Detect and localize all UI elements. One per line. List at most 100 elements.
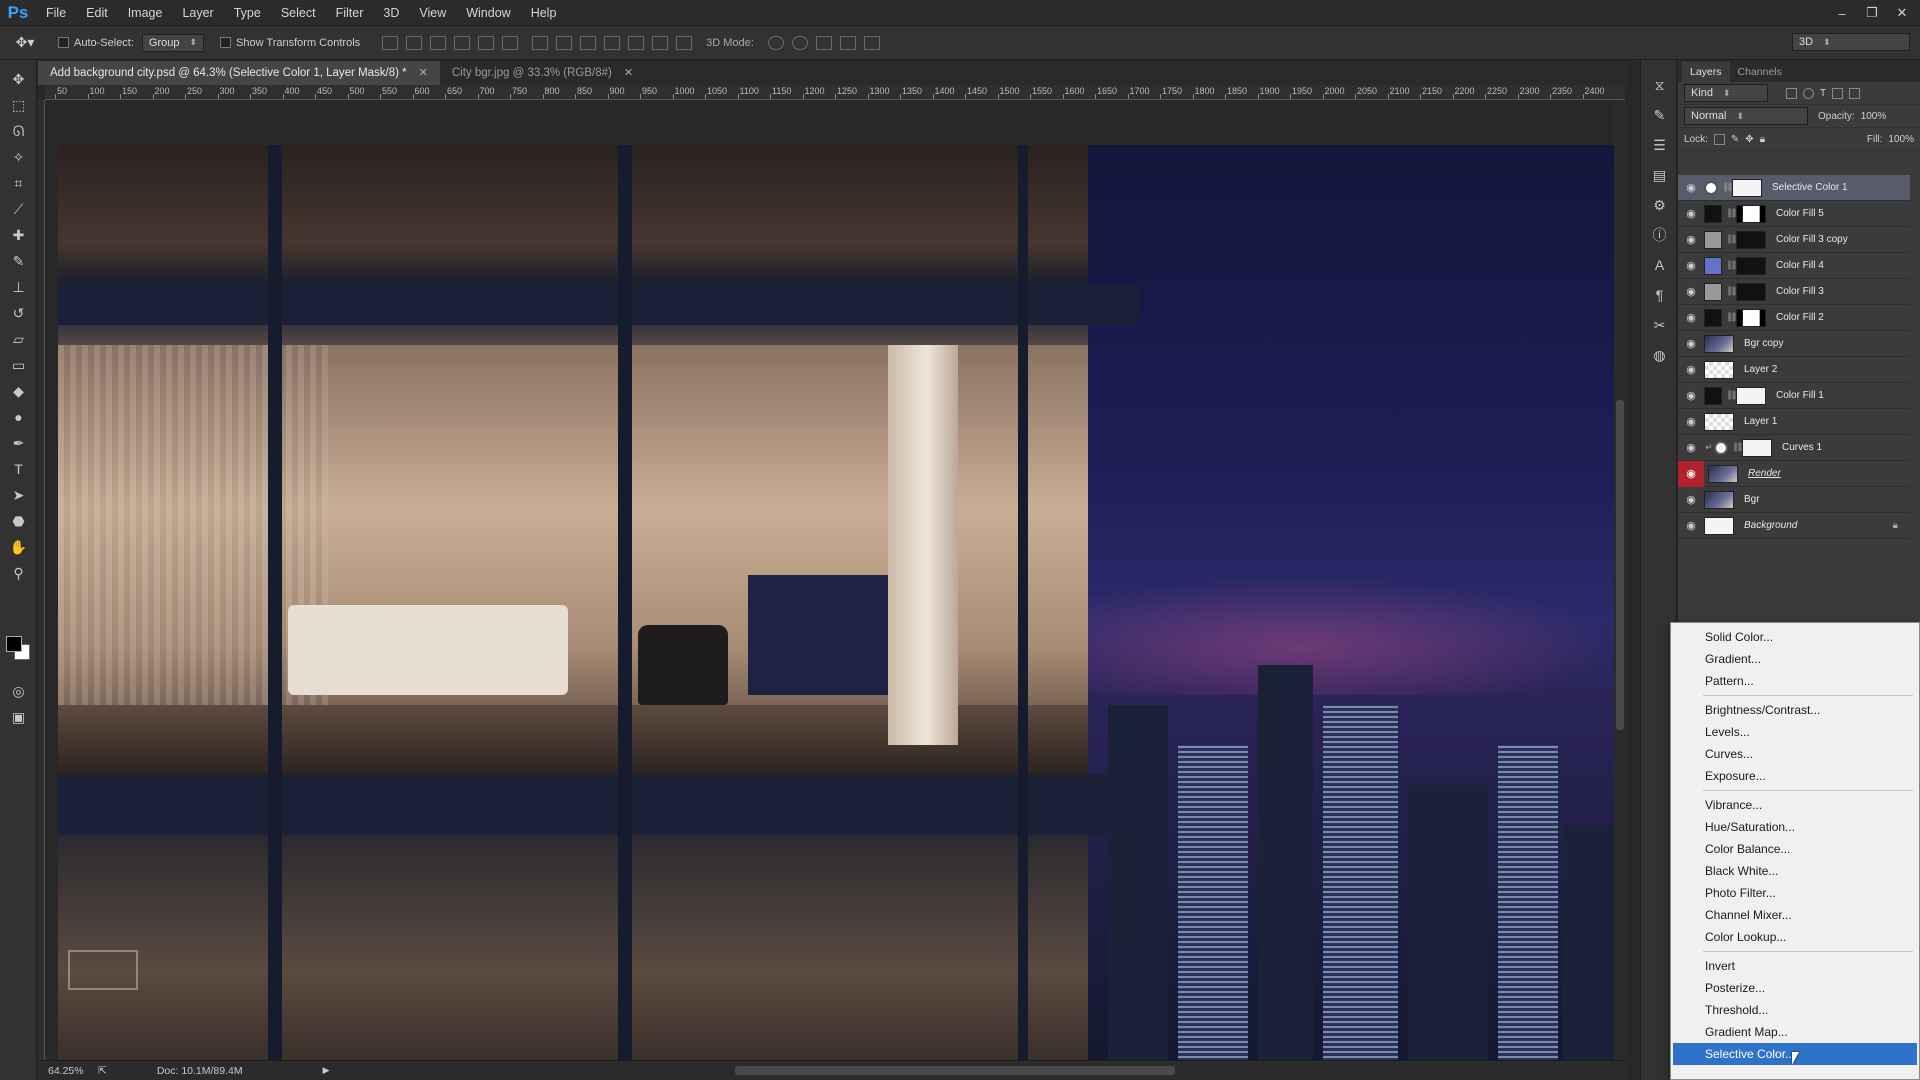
zoom-tool-icon[interactable]: ⚲ [0, 560, 37, 586]
layer-row[interactable]: ◉ ⛓ Color Fill 3 [1678, 279, 1910, 305]
fill-value[interactable]: 100% [1888, 134, 1914, 145]
filter-adjustment-icon[interactable] [1803, 87, 1814, 99]
tab-channels[interactable]: Channels [1730, 62, 1790, 82]
eye-icon[interactable]: ◉ [1678, 460, 1704, 487]
layer-row[interactable]: ◉ ⛓ Color Fill 1 [1678, 383, 1910, 409]
menu-image[interactable]: Image [118, 0, 173, 26]
roll-3d-icon[interactable] [791, 35, 808, 50]
3d-panel-icon[interactable]: ◍ [1641, 340, 1678, 370]
lock-transparent-icon[interactable] [1713, 133, 1725, 145]
align-vcenter-icon[interactable] [406, 35, 423, 50]
filter-kind-dropdown[interactable]: Kind [1684, 84, 1768, 102]
character-panel-icon[interactable]: A [1641, 250, 1678, 280]
type-tool-icon[interactable]: T [0, 456, 37, 482]
layer-mask-thumbnail[interactable] [1736, 256, 1766, 275]
menu-item-solid-color[interactable]: Solid Color... [1673, 626, 1917, 648]
canvas-area[interactable] [46, 101, 1626, 1061]
info-panel-icon[interactable]: ⓘ [1641, 220, 1678, 250]
menu-item-posterize[interactable]: Posterize... [1673, 977, 1917, 999]
marquee-tool-icon[interactable]: ⬚ [0, 92, 37, 118]
layer-thumbnail[interactable] [1704, 412, 1734, 431]
distribute-vcenter-icon[interactable] [556, 35, 573, 50]
filter-smart-object-icon[interactable] [1849, 87, 1861, 99]
menu-item-color-balance[interactable]: Color Balance... [1673, 838, 1917, 860]
eye-icon[interactable]: ◉ [1678, 415, 1704, 428]
close-icon[interactable]: ✕ [624, 61, 633, 85]
eye-icon[interactable]: ◉ [1678, 233, 1704, 246]
blend-mode-dropdown[interactable]: Normal [1684, 107, 1808, 125]
vertical-ruler[interactable] [38, 100, 45, 1060]
menu-item-channel-mixer[interactable]: Channel Mixer... [1673, 904, 1917, 926]
eye-icon[interactable]: ◉ [1678, 519, 1704, 532]
eye-icon[interactable]: ◉ [1678, 389, 1704, 402]
menu-item-invert[interactable]: Invert [1673, 955, 1917, 977]
menu-item-threshold[interactable]: Threshold... [1673, 999, 1917, 1021]
layer-row[interactable]: ◉ ⛓ Color Fill 3 copy [1678, 227, 1910, 253]
layer-mask-thumbnail[interactable] [1736, 308, 1766, 327]
menu-type[interactable]: Type [224, 0, 271, 26]
adjustments-panel-icon[interactable]: ☰ [1641, 130, 1678, 160]
menu-view[interactable]: View [409, 0, 456, 26]
menu-item-exposure[interactable]: Exposure... [1673, 765, 1917, 787]
menu-filter[interactable]: Filter [326, 0, 374, 26]
pen-tool-icon[interactable]: ✒ [0, 430, 37, 456]
distribute-left-icon[interactable] [604, 35, 621, 50]
eye-icon[interactable]: ◉ [1678, 311, 1704, 324]
align-right-icon[interactable] [502, 35, 519, 50]
move-tool-icon[interactable]: ✥ [0, 66, 37, 92]
menu-item-hue-saturation[interactable]: Hue/Saturation... [1673, 816, 1917, 838]
tab-layers[interactable]: Layers [1682, 62, 1730, 82]
distribute-top-icon[interactable] [532, 35, 549, 50]
opacity-value[interactable]: 100% [1861, 111, 1887, 122]
layer-row[interactable]: ◉ ↵ ⛓ Curves 1 [1678, 435, 1910, 461]
menu-edit[interactable]: Edit [76, 0, 118, 26]
slide-3d-icon[interactable] [839, 35, 856, 50]
dodge-tool-icon[interactable]: ● [0, 404, 37, 430]
align-top-icon[interactable] [382, 35, 399, 50]
eraser-tool-icon[interactable]: ▱ [0, 326, 37, 352]
layer-row[interactable]: ◉ Render [1678, 460, 1910, 487]
zoom-level[interactable]: 64.25% [38, 1065, 98, 1077]
lock-image-icon[interactable]: ✎ [1731, 134, 1739, 145]
status-menu-arrow-icon[interactable]: ▶ [323, 1065, 330, 1076]
eye-icon[interactable]: ◉ [1678, 363, 1704, 376]
auto-align-icon[interactable] [676, 35, 693, 50]
eye-icon[interactable]: ◉ [1678, 285, 1704, 298]
actions-panel-icon[interactable]: ⚙ [1641, 190, 1678, 220]
clone-stamp-tool-icon[interactable]: ⊥ [0, 274, 37, 300]
layer-row[interactable]: ◉ Bgr copy [1678, 331, 1910, 357]
layer-row[interactable]: ◉ Layer 1 [1678, 409, 1910, 435]
auto-select-dropdown[interactable]: Group [141, 33, 205, 52]
menu-help[interactable]: Help [521, 0, 567, 26]
lock-all-icon[interactable]: 🔒︎ [1760, 134, 1765, 145]
menu-item-vibrance[interactable]: Vibrance... [1673, 794, 1917, 816]
eye-icon[interactable]: ◉ [1678, 207, 1704, 220]
workspace-dropdown[interactable]: 3D [1792, 33, 1910, 51]
gradient-tool-icon[interactable]: ▭ [0, 352, 37, 378]
layer-mask-thumbnail[interactable] [1736, 386, 1766, 405]
menu-item-gradient-map[interactable]: Gradient Map... [1673, 1021, 1917, 1043]
layer-thumbnail[interactable] [1708, 464, 1738, 483]
menu-item-pattern[interactable]: Pattern... [1673, 670, 1917, 692]
layer-mask-thumbnail[interactable] [1736, 282, 1766, 301]
close-icon[interactable]: ✕ [419, 61, 428, 85]
menu-item-black-white[interactable]: Black White... [1673, 860, 1917, 882]
layer-mask-thumbnail[interactable] [1742, 438, 1772, 457]
layer-row[interactable]: ◉ ⛓ Color Fill 2 [1678, 305, 1910, 331]
layer-row[interactable]: ◉ Bgr [1678, 487, 1910, 513]
align-bottom-icon[interactable] [430, 35, 447, 50]
share-icon[interactable]: ⇱ [98, 1065, 107, 1077]
scroll-thumb[interactable] [1616, 400, 1624, 730]
hand-tool-icon[interactable]: ✋ [0, 534, 37, 560]
layer-row[interactable]: ◉ Layer 2 [1678, 357, 1910, 383]
filter-shape-icon[interactable] [1832, 87, 1844, 99]
menu-file[interactable]: File [36, 0, 76, 26]
eye-icon[interactable]: ◉ [1678, 337, 1704, 350]
menu-item-curves[interactable]: Curves... [1673, 743, 1917, 765]
eye-icon[interactable]: ◉ [1678, 259, 1704, 272]
rotate-3d-icon[interactable] [767, 35, 784, 50]
filter-pixel-icon[interactable] [1786, 87, 1797, 99]
quick-mask-icon[interactable]: ◎ [0, 678, 37, 704]
history-brush-tool-icon[interactable]: ↺ [0, 300, 37, 326]
horizontal-ruler[interactable]: 50 100 150 200 250 300 350 400 450 500 550 600 650 70… [45, 85, 1625, 100]
